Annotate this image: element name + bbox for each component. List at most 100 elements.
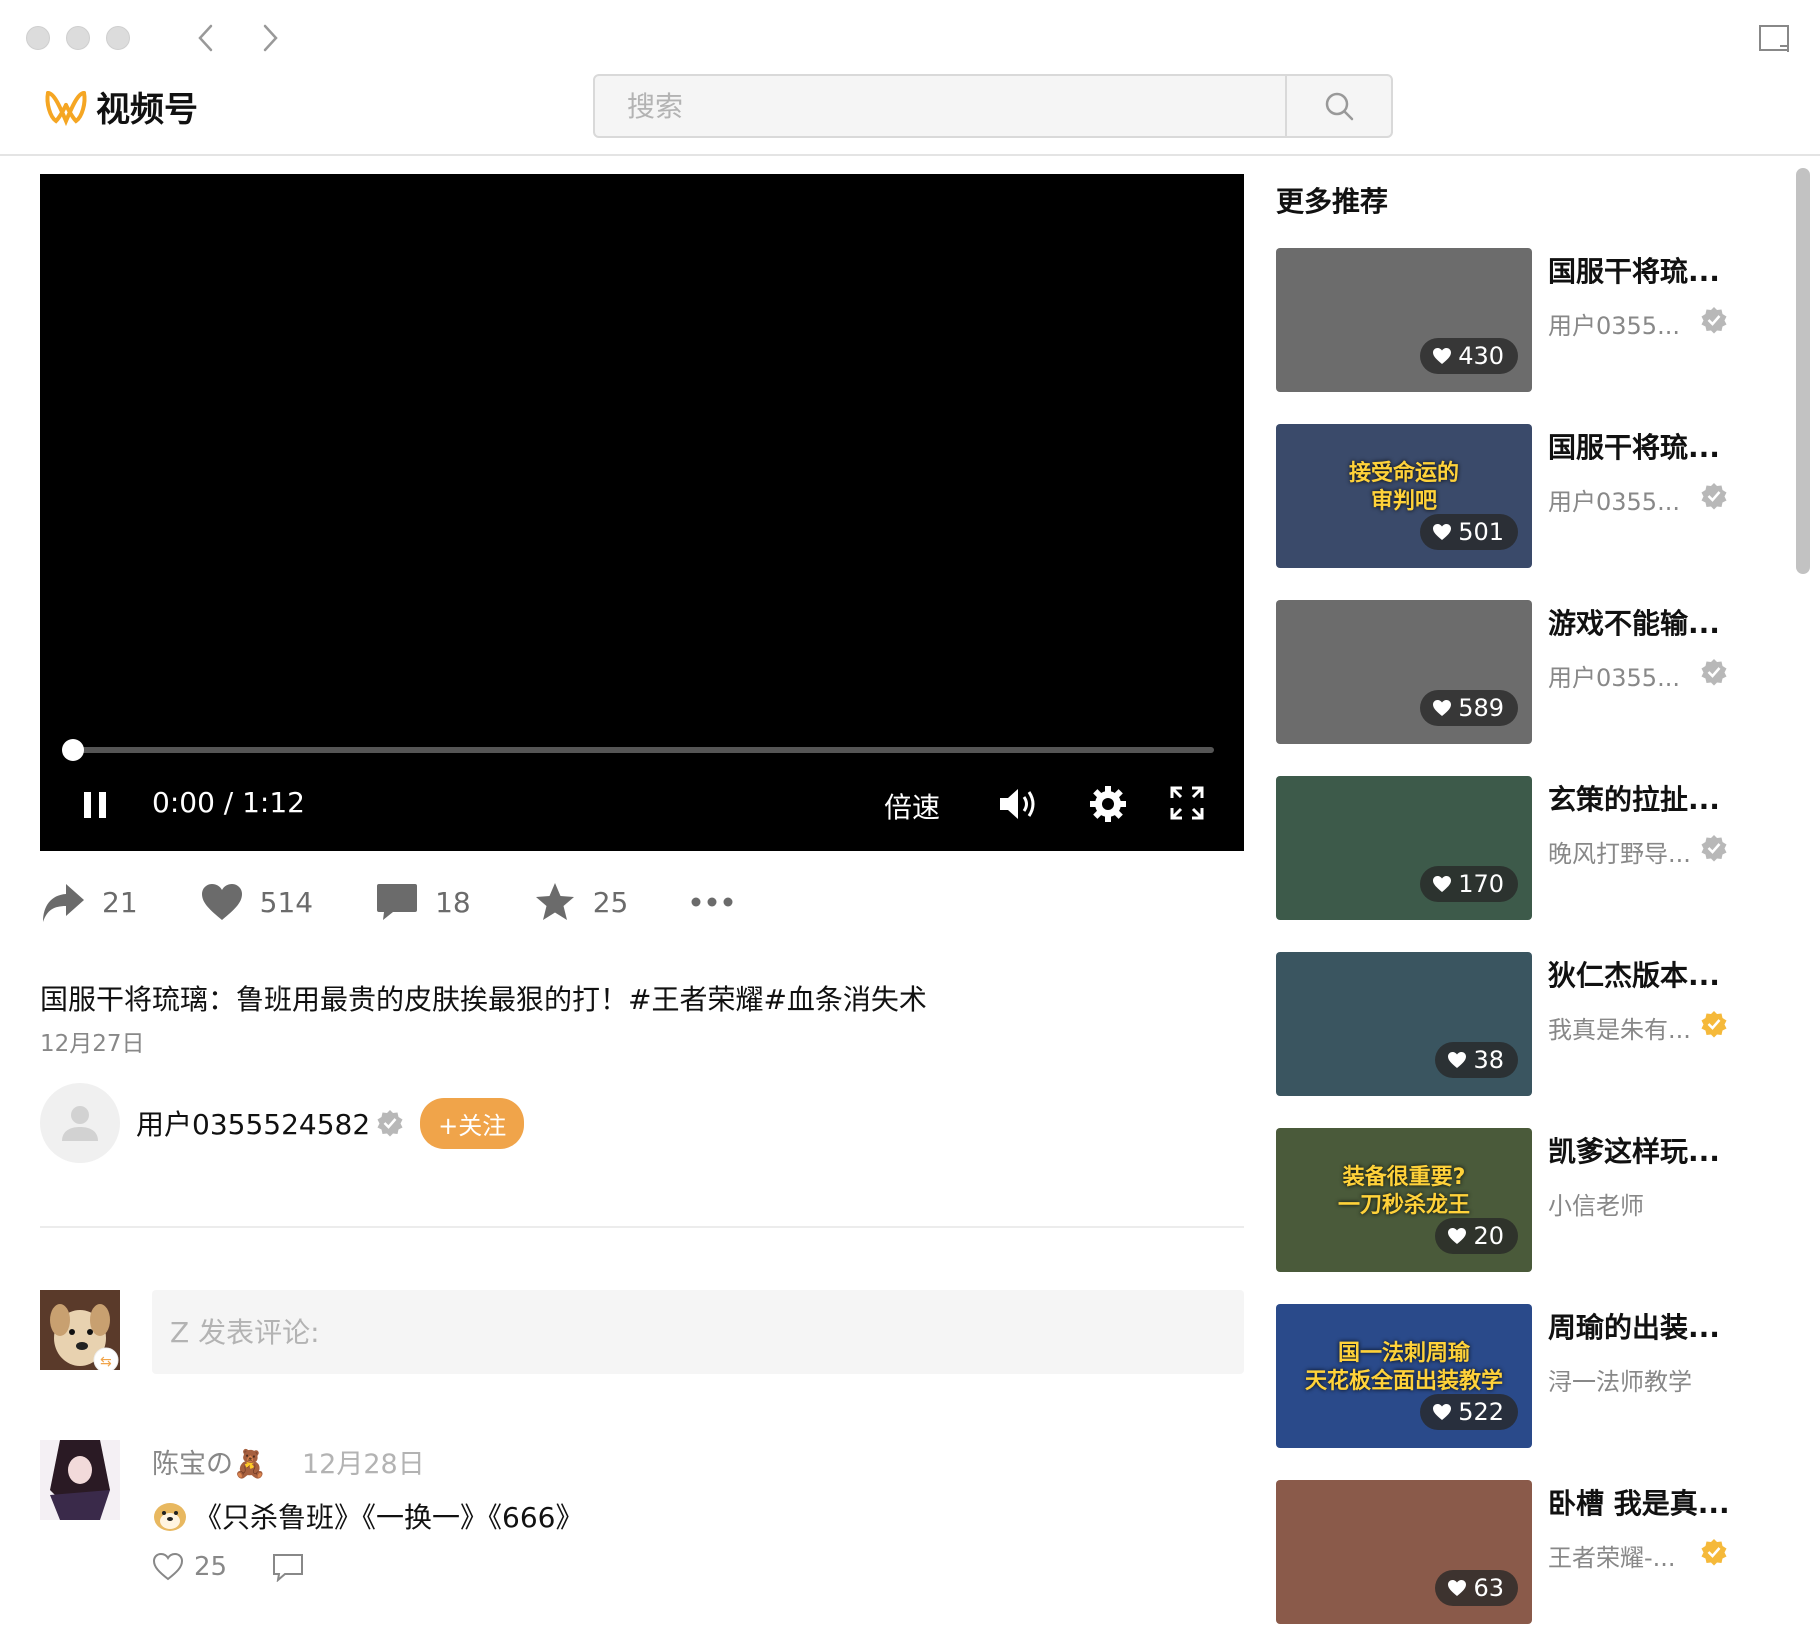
scrollbar-thumb[interactable] [1796, 168, 1810, 574]
share-button[interactable]: 21 [40, 880, 138, 924]
comment-input[interactable] [152, 1290, 1244, 1374]
back-button[interactable] [186, 18, 226, 58]
video-thumbnail[interactable]: 国一法刺周瑜 天花板全面出装教学 522 [1276, 1304, 1532, 1448]
fullscreen-button[interactable] [1170, 786, 1204, 820]
recommendation-author[interactable]: 用户0355... [1548, 658, 1680, 693]
recommendation-card[interactable]: 170 玄策的拉扯... 晚风打野导... [1276, 776, 1728, 920]
video-thumbnail[interactable]: 接受命运的 审判吧 501 [1276, 424, 1532, 568]
progress-bar[interactable] [62, 739, 1214, 761]
search-bar [593, 74, 1393, 138]
recommendation-author[interactable]: 小信老师 [1548, 1186, 1644, 1221]
recommendation-header: 更多推荐 [1276, 180, 1726, 220]
heart-outline-icon[interactable] [152, 1552, 184, 1582]
thumbnail-like-count: 20 [1473, 1222, 1504, 1250]
author-avatar[interactable] [40, 1083, 120, 1163]
author-row: 用户0355524582 +关注 [40, 1083, 525, 1163]
thumbnail-like-badge: 63 [1435, 1570, 1518, 1606]
recommendation-title[interactable]: 国服干将琉... [1548, 426, 1720, 466]
window-close-button[interactable] [26, 26, 50, 50]
follow-button[interactable]: +关注 [420, 1097, 525, 1149]
comment-body: 《只杀鲁班》《一换一》《666》 [152, 1496, 583, 1536]
window-zoom-button[interactable] [106, 26, 130, 50]
video-thumbnail[interactable]: 589 [1276, 600, 1532, 744]
thumbnail-like-count: 170 [1458, 870, 1504, 898]
recommendation-title[interactable]: 狄仁杰版本... [1548, 954, 1720, 994]
recommendation-card[interactable]: 38 狄仁杰版本... 我真是朱有... [1276, 952, 1727, 1096]
verified-badge-icon [1700, 834, 1728, 866]
favorite-button[interactable]: 25 [533, 881, 628, 923]
doge-emoji-icon [154, 1503, 186, 1531]
share-count: 21 [102, 885, 138, 919]
progress-knob[interactable] [62, 739, 84, 761]
thumbnail-like-badge: 38 [1435, 1042, 1518, 1078]
comment-icon [377, 884, 418, 920]
pause-button[interactable] [82, 790, 110, 820]
thumbnail-like-count: 430 [1458, 342, 1504, 370]
video-player[interactable]: 0:00 / 1:12 倍速 [40, 174, 1244, 851]
recommendation-author[interactable]: 我真是朱有... [1548, 1010, 1691, 1045]
video-thumbnail[interactable]: 170 [1276, 776, 1532, 920]
recommendation-author[interactable]: 晚风打野导... [1548, 834, 1691, 869]
recommendation-title[interactable]: 卧槽 我是真... [1548, 1482, 1730, 1522]
video-thumbnail[interactable]: 装备很重要? 一刀秒杀龙王 20 [1276, 1128, 1532, 1272]
recommendation-card[interactable]: 国一法刺周瑜 天花板全面出装教学 522 周瑜的出装... 浔一法师教学 [1276, 1304, 1726, 1448]
title-bar: 视频号 [0, 0, 1820, 156]
window-minimize-button[interactable] [66, 26, 90, 50]
recommendation-title[interactable]: 游戏不能输... [1548, 602, 1720, 642]
thumbnail-like-count: 589 [1458, 694, 1504, 722]
dog-avatar-image: ⇆ [40, 1290, 120, 1370]
video-thumbnail[interactable]: 63 [1276, 1480, 1532, 1624]
comment-count: 18 [435, 885, 471, 919]
pip-window-button[interactable] [1758, 24, 1792, 58]
search-button[interactable] [1285, 76, 1391, 136]
recommendation-title[interactable]: 玄策的拉扯... [1548, 778, 1720, 818]
search-icon [1325, 92, 1354, 121]
recommendation-title[interactable]: 周瑜的出装... [1548, 1306, 1720, 1346]
recommendation-title[interactable]: 凯爹这样玩... [1548, 1130, 1720, 1170]
thumbnail-like-count: 63 [1473, 1574, 1504, 1602]
search-input[interactable] [595, 76, 1285, 136]
fullscreen-icon [1170, 786, 1204, 820]
settings-button[interactable] [1088, 784, 1128, 824]
chevron-right-icon [263, 24, 278, 52]
comment-actions: 25 [152, 1552, 305, 1582]
volume-button[interactable] [998, 786, 1038, 822]
recommendation-card[interactable]: 装备很重要? 一刀秒杀龙王 20 凯爹这样玩... 小信老师 [1276, 1128, 1726, 1272]
recommendation-author[interactable]: 用户0355... [1548, 306, 1680, 341]
recommendation-author[interactable]: 浔一法师教学 [1548, 1362, 1692, 1397]
star-icon [535, 883, 574, 920]
recommendation-card[interactable]: 63 卧槽 我是真... 王者荣耀-... [1276, 1480, 1730, 1624]
heart-icon [1448, 1228, 1467, 1244]
my-avatar[interactable]: ⇆ [40, 1290, 120, 1370]
recommendation-card[interactable]: 589 游戏不能输... 用户0355... [1276, 600, 1727, 744]
video-thumbnail[interactable]: 38 [1276, 952, 1532, 1096]
volume-icon [1000, 789, 1035, 819]
thumbnail-caption: 装备很重要? 一刀秒杀龙王 [1337, 1165, 1470, 1218]
video-thumbnail[interactable]: 430 [1276, 248, 1532, 392]
gear-icon [1090, 786, 1126, 822]
app-logo[interactable]: 视频号 [44, 82, 198, 131]
like-button[interactable]: 514 [200, 882, 313, 922]
anime-avatar-image [40, 1440, 120, 1520]
comment-button[interactable]: 18 [375, 882, 471, 922]
verified-badge-icon [1700, 306, 1728, 338]
share-icon [43, 884, 84, 922]
reply-icon[interactable] [271, 1552, 305, 1582]
recommendation-card[interactable]: 接受命运的 审判吧 501 国服干将琉... 用户0355... [1276, 424, 1727, 568]
verified-badge-icon [1700, 1538, 1728, 1570]
thumbnail-like-badge: 20 [1435, 1218, 1518, 1254]
author-name[interactable]: 用户0355524582 [136, 1103, 370, 1143]
forward-button[interactable] [250, 18, 290, 58]
recommendation-card[interactable]: 430 国服干将琉... 用户0355... [1276, 248, 1728, 392]
action-bar: 21 514 18 25 [40, 880, 796, 924]
commenter-name[interactable]: 陈宝の🧸 [152, 1442, 267, 1481]
thumbnail-caption: 国一法刺周瑜 天花板全面出装教学 [1304, 1341, 1503, 1394]
recommendation-title[interactable]: 国服干将琉... [1548, 250, 1720, 290]
recommendation-author[interactable]: 王者荣耀-... [1548, 1538, 1676, 1573]
comment-date: 12月28日 [302, 1449, 425, 1480]
speed-button[interactable]: 倍速 [884, 786, 940, 826]
video-title: 国服干将琉璃：鲁班用最贵的皮肤挨最狠的打！#王者荣耀#血条消失术 [40, 983, 927, 1016]
commenter-avatar[interactable] [40, 1440, 120, 1520]
recommendation-author[interactable]: 用户0355... [1548, 482, 1680, 517]
more-button[interactable] [690, 896, 734, 908]
